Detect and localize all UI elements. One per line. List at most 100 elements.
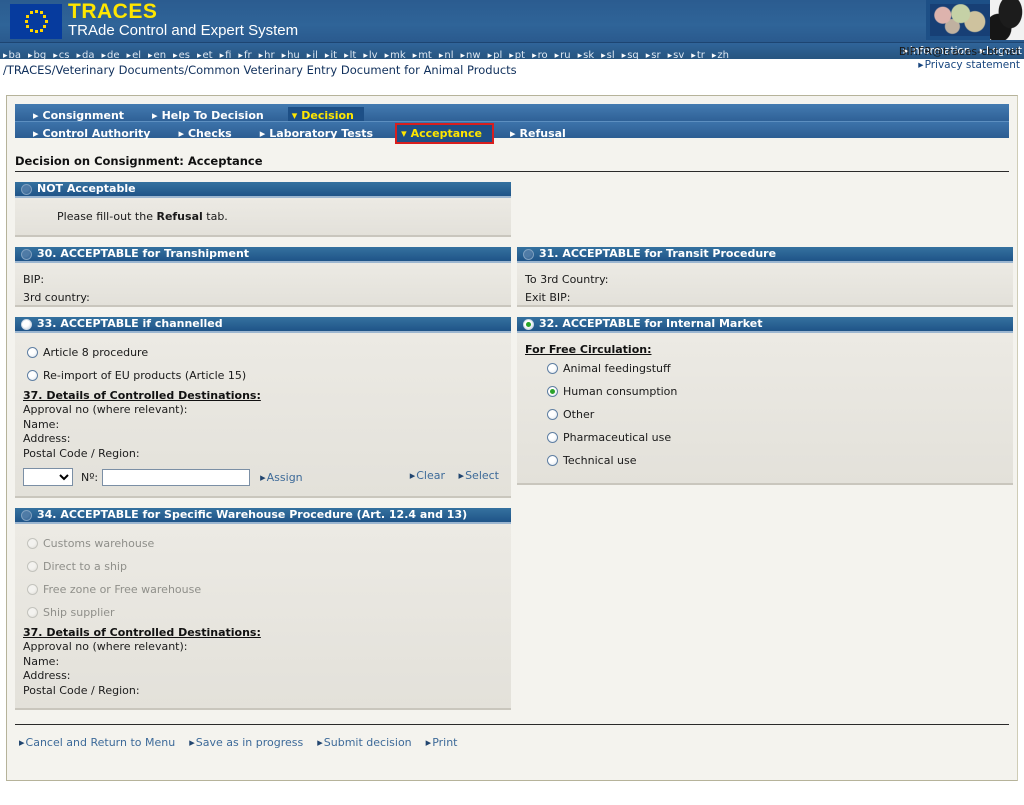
refusal-message-pre: Please fill-out the [57,210,157,223]
option-other[interactable]: Other [525,403,1003,426]
radio-icon [27,538,38,549]
action-save-as-in-progress[interactable]: Save as in progress [189,736,303,749]
language-link-de[interactable]: de [102,47,124,59]
warehouse-approval-no: Approval no (where relevant): [23,640,188,653]
section-warehouse-header[interactable]: 34. ACCEPTABLE for Specific Warehouse Pr… [15,508,511,524]
section-internal-market: 32. ACCEPTABLE for Internal Market For F… [517,317,1013,485]
language-link-zh[interactable]: zh [712,47,733,59]
language-link-fr[interactable]: fr [238,47,255,59]
language-link-tr[interactable]: tr [691,47,709,59]
language-link-sr[interactable]: sr [646,47,665,59]
language-link-ro[interactable]: ro [532,47,552,59]
section-warehouse-title: 34. ACCEPTABLE for Specific Warehouse Pr… [37,508,468,521]
language-link-da[interactable]: da [77,47,99,59]
radio-transhipment[interactable] [21,248,32,260]
tab-control-authority[interactable]: Control Authority [29,125,160,142]
select-link[interactable]: Select [459,469,499,482]
language-link-cs[interactable]: cs [53,47,73,59]
section-channelled-header[interactable]: 33. ACCEPTABLE if channelled [15,317,511,333]
option-label: Re-import of EU products (Article 15) [43,369,247,382]
refusal-message: Please fill-out the Refusal tab. [23,206,501,225]
radio-channelled[interactable] [21,318,32,330]
approval-number-input[interactable] [102,468,251,486]
language-link-hu[interactable]: hu [282,47,304,59]
radio-not-acceptable[interactable] [21,183,32,195]
option-pharmaceutical-use[interactable]: Pharmaceutical use [525,426,1003,449]
radio-icon[interactable] [27,370,38,381]
channelled-address: Address: [23,432,71,445]
option-label: Free zone or Free warehouse [43,583,202,596]
radio-warehouse[interactable] [21,509,32,521]
radio-transit[interactable] [523,248,534,260]
option-re-import-of-eu-products-article-15[interactable]: Re-import of EU products (Article 15) [23,364,501,387]
section-not-acceptable: NOT Acceptable Please fill-out the Refus… [15,182,511,237]
tab-checks[interactable]: Checks [174,125,241,142]
language-link-bg[interactable]: bg [28,47,50,59]
language-link-sk[interactable]: sk [578,47,599,59]
number-label: Nº: [81,470,99,484]
language-link-en[interactable]: en [148,47,170,59]
assign-link[interactable]: Assign [260,471,303,484]
option-label: Article 8 procedure [43,346,149,359]
language-link-hr[interactable]: hr [259,47,279,59]
action-cancel-and-return-to-menu[interactable]: Cancel and Return to Menu [19,736,175,749]
language-link-sq[interactable]: sq [622,47,643,59]
language-link-pt[interactable]: pt [509,47,529,59]
radio-icon[interactable] [547,363,558,374]
language-link-et[interactable]: et [197,47,217,59]
tab-bar-primary: ConsignmentHelp To DecisionDecision [15,104,1009,124]
section-not-acceptable-header[interactable]: NOT Acceptable [15,182,511,198]
language-link-mt[interactable]: mt [413,47,436,59]
language-link-pl[interactable]: pl [488,47,507,59]
eu-star-icon [39,28,43,32]
section-internal-market-body: For Free Circulation: Animal feedingstuf… [517,333,1013,485]
radio-icon[interactable] [27,347,38,358]
language-link-sv[interactable]: sv [668,47,689,59]
option-label: Customs warehouse [43,537,155,550]
row-transhipment-transit: 30. ACCEPTABLE for Transhipment BIP: 3rd… [15,247,1013,307]
language-link-ru[interactable]: ru [555,47,575,59]
language-link-lt[interactable]: lt [344,47,360,59]
section-internal-market-header[interactable]: 32. ACCEPTABLE for Internal Market [517,317,1013,333]
section-transit-header[interactable]: 31. ACCEPTABLE for Transit Procedure [517,247,1013,263]
section-transhipment-header[interactable]: 30. ACCEPTABLE for Transhipment [15,247,511,263]
language-link-mk[interactable]: mk [385,47,410,59]
radio-internal-market[interactable] [523,318,534,330]
option-article-8-procedure[interactable]: Article 8 procedure [23,341,501,364]
language-link-lv[interactable]: lv [363,47,381,59]
app-title: TRACES [68,0,158,23]
radio-icon[interactable] [547,455,558,466]
language-link-ba[interactable]: ba [3,47,25,59]
language-link-sl[interactable]: sl [601,47,619,59]
tab-acceptance[interactable]: Acceptance [395,123,494,144]
option-animal-feedingstuff[interactable]: Animal feedingstuff [525,357,1003,380]
radio-icon[interactable] [547,432,558,443]
option-label: Animal feedingstuff [563,362,671,375]
radio-icon[interactable] [547,386,558,397]
language-link-il[interactable]: il [307,47,322,59]
language-link-el[interactable]: el [127,47,145,59]
refusal-message-bold: Refusal [156,210,203,223]
language-link-it[interactable]: it [325,47,341,59]
privacy-statement-link[interactable]: Privacy statement [918,59,1020,71]
column-right-lower [517,508,1009,710]
country-select[interactable] [23,468,73,486]
language-link-fi[interactable]: fi [220,47,236,59]
column-right-mid: 32. ACCEPTABLE for Internal Market For F… [517,317,1013,498]
action-submit-decision[interactable]: Submit decision [317,736,411,749]
option-label: Technical use [563,454,637,467]
language-link-es[interactable]: es [173,47,194,59]
channelled-controls: Nº: Assign Clear Select [23,468,501,486]
option-technical-use[interactable]: Technical use [525,449,1003,472]
language-link-nl[interactable]: nl [439,47,458,59]
clear-link[interactable]: Clear [410,469,445,482]
language-link-nw[interactable]: nw [461,47,485,59]
app-subtitle: TRAde Control and Expert System [68,22,299,39]
option-human-consumption[interactable]: Human consumption [525,380,1003,403]
warehouse-options: Customs warehouse Direct to a ship Free zo… [23,532,501,624]
tab-laboratory-tests[interactable]: Laboratory Tests [256,125,383,142]
channelled-name: Name: [23,417,60,431]
tab-refusal[interactable]: Refusal [506,125,576,142]
action-print[interactable]: Print [426,736,458,749]
radio-icon[interactable] [547,409,558,420]
